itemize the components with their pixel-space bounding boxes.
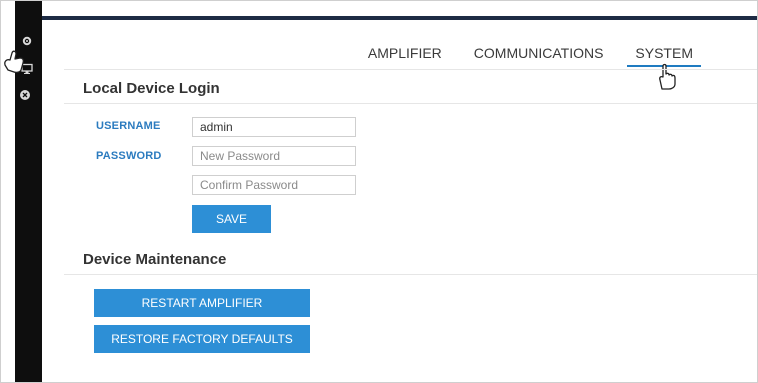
section-divider xyxy=(64,274,757,275)
pointer-hand-icon xyxy=(1,45,31,75)
tab-amplifier[interactable]: AMPLIFIER xyxy=(360,45,450,67)
confirm-password-field[interactable] xyxy=(192,175,356,195)
username-field[interactable] xyxy=(192,117,356,137)
close-circle-icon[interactable] xyxy=(19,89,31,103)
new-password-field[interactable] xyxy=(192,146,356,166)
restore-factory-defaults-button[interactable]: RESTORE FACTORY DEFAULTS xyxy=(94,325,310,353)
save-button[interactable]: SAVE xyxy=(192,205,271,233)
app-window: AMPLIFIER COMMUNICATIONS SYSTEM Local De… xyxy=(0,0,758,383)
tab-communications[interactable]: COMMUNICATIONS xyxy=(466,45,612,67)
password-label: PASSWORD xyxy=(96,150,162,162)
nav-divider xyxy=(64,69,757,70)
top-nav: AMPLIFIER COMMUNICATIONS SYSTEM xyxy=(360,45,701,67)
top-accent-bar xyxy=(42,16,757,20)
username-label: USERNAME xyxy=(96,120,161,132)
restart-amplifier-button[interactable]: RESTART AMPLIFIER xyxy=(94,289,310,317)
pointer-hand-icon xyxy=(653,61,683,91)
section-divider xyxy=(64,103,757,104)
section-title-maintenance: Device Maintenance xyxy=(83,251,227,268)
section-title-login: Local Device Login xyxy=(83,80,220,97)
